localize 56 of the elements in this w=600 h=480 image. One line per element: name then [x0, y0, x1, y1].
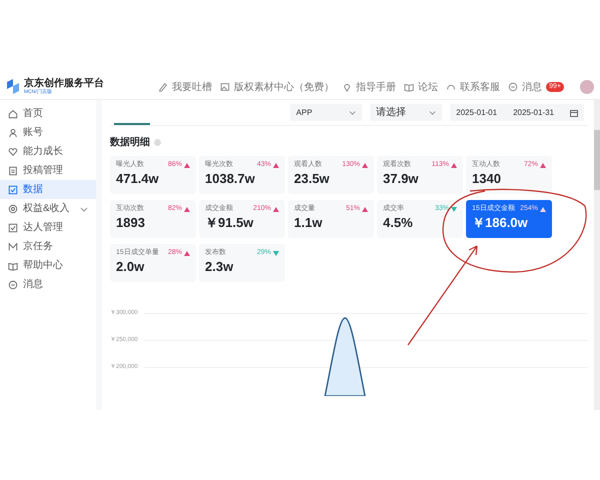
chevron-down-icon: [349, 109, 356, 116]
checkbox-icon: [8, 184, 18, 194]
nav-link[interactable]: 指导手册: [356, 80, 396, 94]
metric-value: 1893: [116, 214, 146, 230]
metric-value: 2.0w: [116, 258, 146, 274]
metric-value: 1038.7w: [205, 170, 256, 186]
metric-value: 37.9w: [383, 170, 420, 186]
location-pin-icon: [342, 82, 352, 92]
avatar[interactable]: [580, 80, 594, 94]
metric-value: 1.1w: [294, 214, 324, 230]
nav-link[interactable]: 联系客服: [460, 80, 500, 94]
nav-link[interactable]: 版权素材中心（免费）: [234, 80, 334, 94]
scrollbar[interactable]: [594, 100, 600, 410]
m-letter-icon: [8, 242, 18, 252]
section-title: 数据明细: [110, 136, 150, 150]
checkbox-icon: [8, 222, 18, 232]
sidebar-item[interactable]: 投稿管理: [0, 161, 96, 180]
user-icon: [8, 128, 18, 138]
home-icon: [8, 108, 18, 118]
info-icon: [154, 139, 161, 146]
sidebar-item[interactable]: 帮助中心: [0, 256, 96, 275]
sidebar-item[interactable]: 消息: [0, 275, 96, 294]
select-dropdown[interactable]: 请选择: [370, 104, 442, 121]
metric-value: 4.5%: [383, 214, 414, 230]
chat-bubble-icon: [508, 82, 518, 92]
heart-icon: [8, 146, 18, 156]
book-icon: [8, 260, 18, 270]
book-icon: [404, 82, 414, 92]
metric-value: 1340: [472, 170, 502, 186]
chat-bubble-icon: [8, 280, 18, 290]
image-icon: [220, 82, 230, 92]
sidebar-item[interactable]: 账号: [0, 123, 96, 142]
logo-icon: [6, 79, 20, 95]
sidebar-item[interactable]: 数据: [0, 180, 96, 199]
nav-link[interactable]: 消息: [522, 80, 542, 94]
metric-value: ￥91.5w: [205, 214, 254, 230]
metric-value: ￥186.0w: [472, 214, 529, 230]
coin-icon: [8, 204, 18, 214]
platform-dropdown[interactable]: APP: [290, 104, 362, 121]
sidebar-item[interactable]: 能力成长: [0, 142, 96, 161]
calendar-icon: [570, 108, 578, 116]
chevron-down-icon: [429, 109, 436, 116]
tab-underline: [114, 123, 150, 125]
nav-link[interactable]: 论坛: [418, 80, 438, 94]
sidebar-item[interactable]: 达人管理: [0, 218, 96, 237]
metric-value: 2.3w: [205, 258, 234, 274]
metric-value: 23.5w: [294, 170, 330, 186]
sidebar-item[interactable]: 首页: [0, 104, 96, 123]
date-range-field[interactable]: 2025-01-01 2025-01-31: [450, 104, 584, 121]
sidebar-item[interactable]: 京任务: [0, 237, 96, 256]
pencil-icon: [158, 82, 168, 92]
logo-title: 京东创作服务平台: [24, 79, 104, 89]
nav-link[interactable]: 我要吐槽: [172, 80, 212, 94]
document-icon: [8, 166, 18, 176]
sidebar-item[interactable]: 权益&收入: [0, 199, 96, 218]
metric-value: 471.4w: [116, 170, 160, 186]
